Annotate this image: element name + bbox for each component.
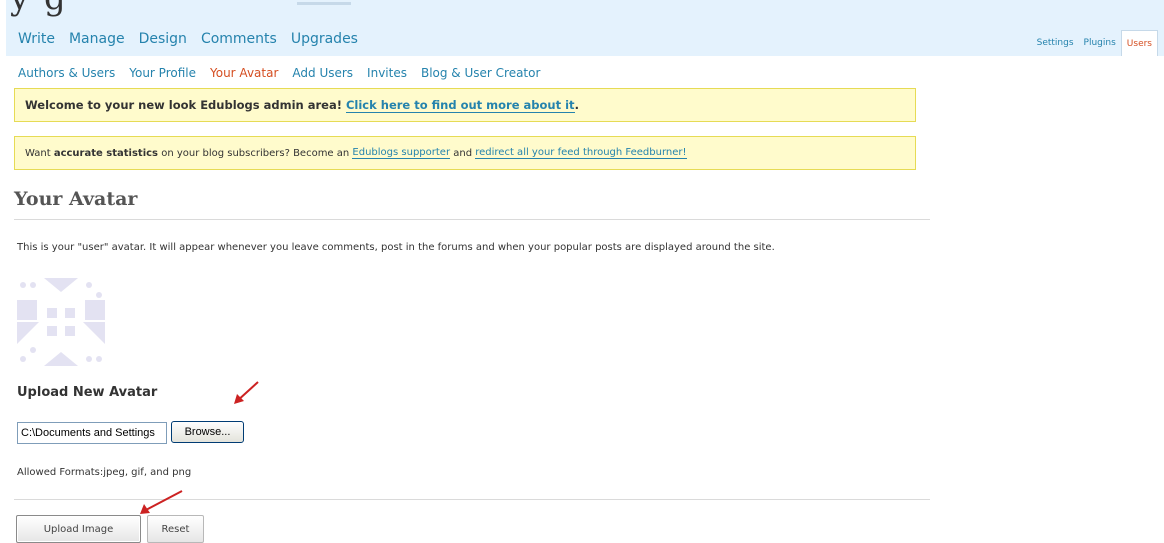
users-submenu: Authors & Users Your Profile Your Avatar… [18, 66, 540, 80]
find-out-more-link[interactable]: Click here to find out more about it [345, 98, 575, 113]
stats-mid: on your blog subscribers? Become an [158, 147, 353, 159]
nav-manage[interactable]: Manage [69, 31, 125, 47]
blog-title[interactable]: y g [10, 0, 68, 18]
submenu-your-profile[interactable]: Your Profile [129, 66, 196, 80]
browse-button[interactable]: Browse... [171, 421, 244, 443]
nav-write[interactable]: Write [18, 31, 55, 47]
admin-header [6, 0, 1164, 56]
reset-button[interactable]: Reset [147, 515, 204, 543]
nav-upgrades[interactable]: Upgrades [291, 31, 358, 47]
avatar-file-input[interactable] [17, 422, 167, 444]
nav-users[interactable]: Users [1120, 30, 1158, 56]
submenu-blog-user-creator[interactable]: Blog & User Creator [421, 66, 540, 80]
upload-image-button[interactable]: Upload Image [16, 515, 141, 543]
avatar-description: This is your "user" avatar. It will appe… [17, 242, 775, 253]
feedburner-link[interactable]: redirect all your feed through Feedburne… [475, 147, 687, 159]
nav-settings[interactable]: Settings [1032, 30, 1079, 56]
submenu-add-users[interactable]: Add Users [292, 66, 353, 80]
submenu-your-avatar[interactable]: Your Avatar [210, 66, 278, 80]
allowed-formats-note: Allowed Formats:jpeg, gif, and png [17, 467, 192, 478]
nav-comments[interactable]: Comments [201, 31, 277, 47]
submenu-authors-users[interactable]: Authors & Users [18, 66, 115, 80]
statistics-notice: Want accurate statistics on your blog su… [14, 136, 916, 170]
nav-plugins[interactable]: Plugins [1079, 30, 1121, 56]
edublogs-supporter-link[interactable]: Edublogs supporter [352, 147, 451, 159]
main-nav: Write Manage Design Comments Upgrades [18, 31, 358, 47]
submenu-invites[interactable]: Invites [367, 66, 407, 80]
stats-bold: accurate statistics [53, 147, 159, 159]
welcome-text: Welcome to your new look Edublogs admin … [25, 98, 342, 112]
title-divider [14, 219, 930, 220]
stats-and: and [450, 147, 476, 159]
identicon-avatar [17, 278, 105, 366]
nav-design[interactable]: Design [139, 31, 187, 47]
upload-new-avatar-heading: Upload New Avatar [17, 385, 158, 400]
welcome-end: . [574, 98, 579, 112]
secondary-nav: Settings Plugins Users [1032, 30, 1158, 56]
stats-prefix: Want [25, 147, 54, 159]
visit-site-tab[interactable] [297, 2, 351, 5]
welcome-notice: Welcome to your new look Edublogs admin … [14, 88, 916, 122]
red-arrow-icon [234, 381, 259, 404]
page-title: Your Avatar [14, 188, 138, 210]
